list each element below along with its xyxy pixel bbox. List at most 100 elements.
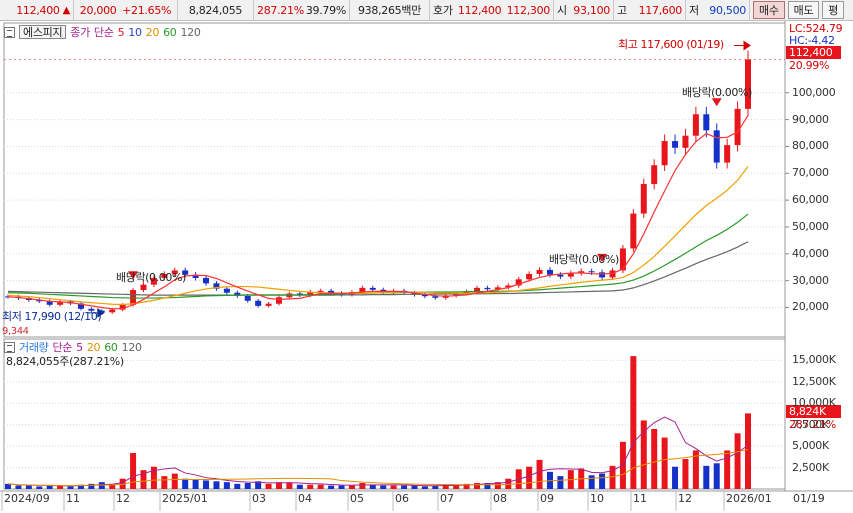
price-candle: [713, 130, 720, 163]
volume-bar: [390, 485, 397, 489]
volume-bar: [203, 480, 210, 489]
settings-icon[interactable]: [4, 341, 15, 353]
price-tick-label: 30,000: [792, 273, 829, 287]
low-cell: 저 90,500: [686, 0, 750, 21]
volume-bar: [703, 465, 710, 489]
volume-tick-label: 2,500K: [792, 460, 829, 474]
x-tick-label: 11: [633, 492, 647, 505]
x-tick-label: 10: [590, 492, 604, 505]
volume-bar: [213, 481, 220, 489]
price-candle: [265, 303, 272, 306]
price-candle: [484, 287, 491, 290]
x-tick-label: 12: [678, 492, 692, 505]
volume-bar: [328, 485, 335, 489]
turnover-rate: 39.79%: [305, 3, 346, 17]
sell-button[interactable]: 매도: [787, 1, 820, 19]
settings-icon[interactable]: [4, 26, 15, 38]
open-cell: 시 93,100: [554, 0, 614, 21]
x-tick-label: 2026/01: [726, 492, 772, 505]
volume-tick-label: 5,000K: [792, 439, 829, 453]
volume-bar: [421, 486, 428, 489]
volume-tick-label: 7,500K: [792, 417, 829, 431]
x-tick-label: 2025/01: [162, 492, 208, 505]
price-panel: [3, 22, 786, 338]
high-annotation: 최고 117,600 (01/19): [618, 38, 724, 51]
volume-bar: [182, 478, 189, 489]
volume-bar: [348, 485, 355, 489]
price-candle: [672, 141, 679, 148]
price-type: 종가: [70, 26, 90, 39]
ma-60-label: 60: [163, 25, 177, 39]
flat-button[interactable]: 평: [822, 1, 845, 19]
volume-bar: [401, 485, 408, 489]
price-tick-label: 40,000: [792, 246, 829, 260]
volume-bar: [265, 483, 272, 489]
volume-value-text: 8,824,055주(287.21%): [6, 355, 124, 368]
price-candle: [588, 271, 595, 273]
price-candle: [546, 269, 553, 275]
bottom-cut-label: 9,344: [2, 326, 29, 335]
price-legend: 에스피지 종가 단순 5 10 20 60 120: [4, 24, 201, 40]
price-candle: [369, 287, 376, 290]
volume-ratio: 287.21%: [257, 3, 304, 17]
price-tick-label: 100,000: [792, 85, 836, 99]
last-pct-label: 20.99%: [789, 59, 830, 72]
price-tick-label: 50,000: [792, 219, 829, 233]
volume-ma-120-label: 120: [121, 340, 142, 354]
price-candle: [130, 290, 137, 305]
volume-bar: [317, 484, 324, 489]
volume-bar: [380, 485, 387, 489]
ma-120-label: 120: [180, 25, 201, 39]
volume-cell: 8,824,055: [178, 0, 254, 21]
price-candle: [599, 272, 606, 278]
x-tick-label: 07: [440, 492, 454, 505]
price-candle: [651, 165, 658, 185]
volume-bar: [161, 476, 168, 489]
price-candle: [536, 269, 543, 274]
price-candle: [724, 145, 731, 163]
volume-bar: [15, 485, 22, 489]
volume-bar: [67, 486, 74, 489]
price-tick-label: 80,000: [792, 139, 829, 153]
buy-button[interactable]: 매수: [753, 1, 785, 19]
price-candle: [557, 274, 564, 277]
bid-price: 112,300: [506, 3, 551, 17]
volume-bar: [557, 476, 564, 489]
ma-5-label: 5: [117, 25, 125, 39]
price-tick-label: 90,000: [792, 112, 829, 126]
volume-bar: [661, 437, 668, 489]
up-arrow-icon: ▲: [62, 4, 71, 16]
volume-ma-60-label: 60: [104, 340, 118, 354]
volume-bar: [734, 433, 741, 489]
x-tick-label: 06: [395, 492, 409, 505]
volume-bar: [25, 485, 32, 489]
volume-bar: [286, 483, 293, 489]
x-tick-label: 11: [66, 492, 80, 505]
stock-chart-window: 112,400 ▲ 20,000 +21.65% 8,824,055 287.2…: [0, 0, 853, 513]
volume-bar: [526, 466, 533, 489]
volume-bar: [640, 420, 647, 489]
index-name[interactable]: 에스피지: [19, 25, 67, 39]
current-price-cell: 112,400 ▲: [0, 0, 74, 21]
volume-ratio-cell: 287.21% 39.79%: [254, 0, 350, 21]
price-candle: [661, 141, 668, 166]
volume-bar: [36, 486, 43, 489]
volume-bar: [745, 413, 751, 489]
volume-tick-label: 15,000K: [792, 353, 836, 367]
volume-tick-label: 10,000K: [792, 396, 836, 410]
price-candle: [682, 135, 689, 148]
volume-bar: [713, 463, 720, 489]
volume-bar: [599, 473, 606, 489]
volume-bar: [338, 485, 345, 489]
ask-price: 112,400: [457, 3, 502, 17]
low-annotation: 최저 17,990 (12/10): [2, 310, 102, 323]
volume-bar: [98, 482, 105, 489]
price-tick-label: 70,000: [792, 166, 829, 180]
volume-ma-20-label: 20: [86, 340, 101, 354]
volume-bar: [672, 466, 679, 489]
volume-value: 8,824,055: [188, 3, 243, 17]
x-tick-label: 03: [252, 492, 266, 505]
open-price: 93,100: [573, 3, 610, 17]
volume-bar: [296, 484, 303, 489]
price-candle: [317, 290, 324, 292]
